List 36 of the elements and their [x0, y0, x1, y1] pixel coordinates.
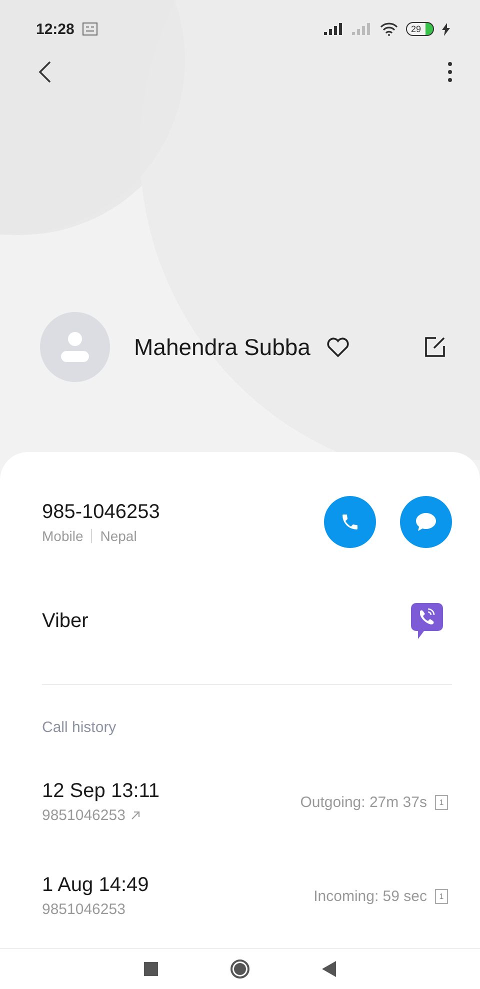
phone-icon	[340, 512, 360, 532]
signal-icon	[352, 23, 372, 35]
edit-icon[interactable]	[424, 336, 446, 358]
home-icon	[230, 959, 250, 979]
call-date: 12 Sep 13:11	[42, 780, 160, 803]
call-number: 9851046253	[42, 901, 126, 918]
phone-type: Mobile	[42, 528, 84, 544]
message-button[interactable]	[400, 496, 452, 548]
more-icon	[448, 62, 452, 82]
sim-indicator: 1	[435, 888, 448, 904]
contact-name: Mahendra Subba	[134, 334, 310, 360]
call-detail: Outgoing: 27m 37s	[300, 794, 427, 810]
call-button[interactable]	[324, 496, 376, 548]
app-icon[interactable]	[410, 602, 444, 640]
app-label: Viber	[42, 610, 88, 632]
person-icon	[61, 332, 89, 362]
phone-location: Nepal	[100, 528, 137, 544]
wifi-icon	[380, 22, 398, 36]
phone-number: 985-1046253	[42, 500, 160, 524]
outgoing-arrow-icon	[131, 811, 140, 820]
status-time: 12:28	[36, 20, 74, 38]
favorite-icon[interactable]	[326, 336, 350, 358]
battery-level: 29	[406, 22, 434, 36]
call-entry[interactable]: 1 Aug 14:49 9851046253 Incoming: 59 sec 1	[42, 874, 452, 918]
back-icon	[322, 961, 336, 977]
signal-icon	[324, 23, 344, 35]
chat-bubble-icon	[415, 512, 437, 532]
back-icon	[38, 60, 52, 84]
section-title: Call history	[42, 719, 118, 736]
sim-indicator: 1	[435, 794, 448, 810]
charging-icon	[442, 22, 450, 36]
call-entry[interactable]: 12 Sep 13:11 9851046253 Outgoing: 27m 37s 1	[42, 780, 452, 824]
call-number: 9851046253	[42, 807, 126, 824]
call-detail: Incoming: 59 sec	[314, 888, 427, 904]
call-date: 1 Aug 14:49	[42, 874, 149, 897]
recents-icon	[144, 962, 158, 976]
